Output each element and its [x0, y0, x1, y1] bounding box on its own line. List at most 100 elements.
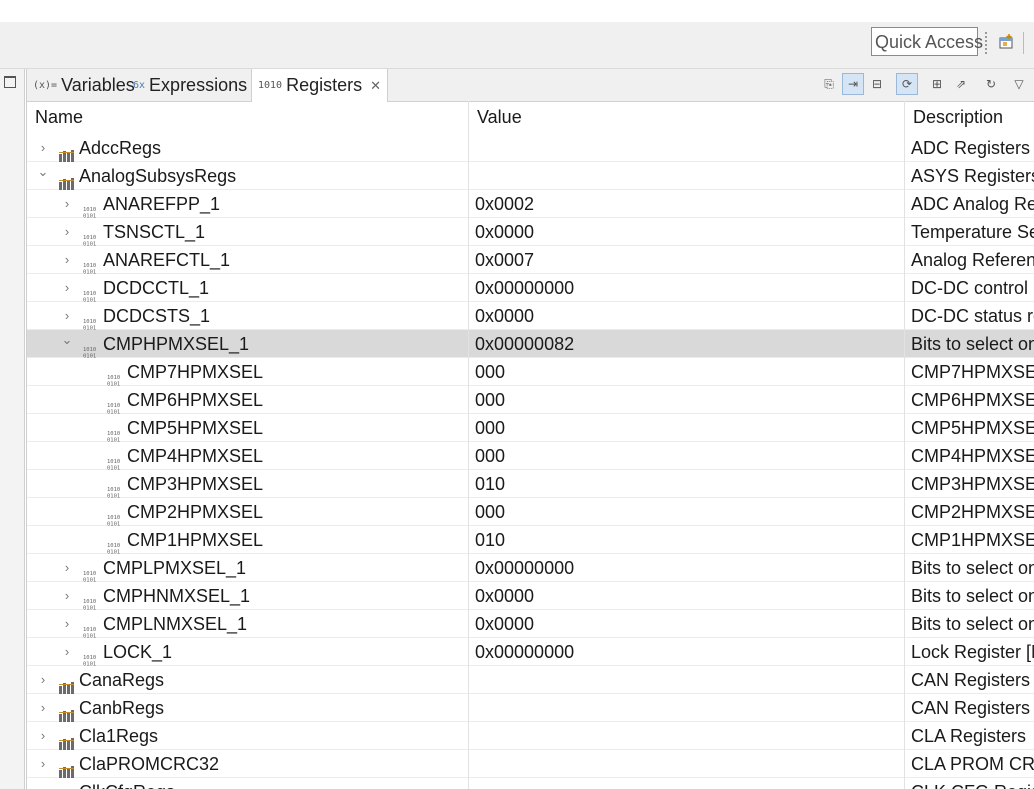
tree-row[interactable]: › CanbRegs CAN Registers: [27, 694, 1034, 722]
tree-row[interactable]: › ClkCfgRegs CLK CFG Regis: [27, 778, 1034, 789]
refresh-icon[interactable]: ↻: [980, 73, 1002, 95]
restore-icon[interactable]: [4, 76, 16, 88]
tree-row[interactable]: 1010 0101 CMP2HPMXSEL 000 CMP2HPMXSEL: [27, 498, 1034, 526]
tree-row[interactable]: 1010 0101 CMP1HPMXSEL 010 CMP1HPMXSEL: [27, 526, 1034, 554]
chevron-right-icon[interactable]: ›: [61, 190, 73, 218]
chevron-right-icon[interactable]: ›: [37, 722, 49, 750]
clear-icon[interactable]: ⎘: [818, 73, 840, 95]
tree-row[interactable]: › 1010 0101 ANAREFCTL_1 0x0007 Analog Referen…: [27, 246, 1034, 274]
chevron-right-icon[interactable]: ›: [61, 582, 73, 610]
column-header-value[interactable]: Value: [468, 101, 904, 134]
value-cell[interactable]: 0x0002: [468, 190, 904, 218]
show-type-names-icon[interactable]: ⇥: [842, 73, 864, 95]
close-icon[interactable]: ✕: [370, 78, 381, 94]
tree-row[interactable]: 1010 0101 CMP3HPMXSEL 010 CMP3HPMXSEL: [27, 470, 1034, 498]
view-tab-bar: (x)= Variables 6x Expressions 1010 Regis…: [27, 69, 1034, 102]
svg-text:1010: 1010: [83, 599, 96, 605]
tree-row[interactable]: 1010 0101 CMP6HPMXSEL 000 CMP6HPMXSEL: [27, 386, 1034, 414]
variables-icon: (x)=: [33, 79, 58, 91]
chevron-right-icon[interactable]: ›: [61, 302, 73, 330]
column-header-name[interactable]: Name: [27, 101, 468, 134]
chevron-right-icon[interactable]: ›: [37, 750, 49, 778]
value-cell[interactable]: 0x00000000: [468, 274, 904, 302]
chevron-right-icon[interactable]: ›: [61, 274, 73, 302]
chevron-right-icon[interactable]: ›: [61, 218, 73, 246]
register-name: CMP2HPMXSEL: [127, 502, 264, 522]
quick-access-input[interactable]: Quick Access: [871, 27, 983, 56]
tree-row[interactable]: › 1010 0101 DCDCSTS_1 0x0000 DC-DC status re: [27, 302, 1034, 330]
tab-registers[interactable]: 1010 Registers ✕: [251, 69, 389, 102]
register-name: CMP4HPMXSEL: [127, 446, 264, 466]
open-perspective-icon[interactable]: [998, 34, 1014, 50]
collapse-all-icon[interactable]: ⊟: [866, 73, 888, 95]
tab-expressions[interactable]: 6x Expressions: [133, 69, 247, 101]
chevron-right-icon[interactable]: ›: [61, 554, 73, 582]
description-cell: Bits to select on: [904, 330, 1034, 358]
tree-row[interactable]: 1010 0101 CMP5HPMXSEL 000 CMP5HPMXSEL: [27, 414, 1034, 442]
tree-row[interactable]: › ClaPROMCRC32 CLA PROM CRC: [27, 750, 1034, 778]
value-cell[interactable]: 000: [468, 358, 904, 386]
name-cell: › 1010 0101 CMPHNMXSEL_1: [27, 582, 468, 610]
value-cell[interactable]: 000: [468, 414, 904, 442]
tree-row[interactable]: › 1010 0101 CMPHNMXSEL_1 0x0000 Bits to selec…: [27, 582, 1034, 610]
tree-row[interactable]: › 1010 0101 LOCK_1 0x00000000 Lock Register […: [27, 638, 1034, 666]
chevron-right-icon[interactable]: ›: [37, 666, 49, 694]
value-cell[interactable]: 000: [468, 386, 904, 414]
register-icon: 1010 0101: [107, 506, 123, 526]
tree-row[interactable]: › 1010 0101 CMPLNMXSEL_1 0x0000 Bits to selec…: [27, 610, 1034, 638]
value-cell[interactable]: 0x0000: [468, 582, 904, 610]
value-cell[interactable]: 0x0000: [468, 302, 904, 330]
value-cell[interactable]: 0x0007: [468, 246, 904, 274]
tree-row[interactable]: 1010 0101 CMP4HPMXSEL 000 CMP4HPMXSEL: [27, 442, 1034, 470]
new-group-icon[interactable]: ⊞: [926, 73, 948, 95]
register-icon: 1010 0101: [83, 562, 99, 582]
tree-row[interactable]: › Cla1Regs CLA Registers: [27, 722, 1034, 750]
view-menu-icon[interactable]: ▽: [1008, 73, 1030, 95]
tree-row[interactable]: › 1010 0101 CMPLPMXSEL_1 0x00000000 Bits to s…: [27, 554, 1034, 582]
value-cell[interactable]: 000: [468, 442, 904, 470]
value-cell[interactable]: [468, 778, 904, 789]
tree-row[interactable]: › AdccRegs ADC Registers: [27, 134, 1034, 162]
value-cell[interactable]: 0x0000: [468, 610, 904, 638]
tree-row[interactable]: › 1010 0101 ANAREFPP_1 0x0002 ADC Analog Ref: [27, 190, 1034, 218]
register-icon: 1010 0101: [107, 450, 123, 470]
sync-icon[interactable]: ⟳: [896, 73, 918, 95]
name-cell: 1010 0101 CMP2HPMXSEL: [27, 498, 468, 526]
value-cell[interactable]: [468, 722, 904, 750]
tree-row[interactable]: › CanaRegs CAN Registers: [27, 666, 1034, 694]
chevron-down-icon[interactable]: ⌄: [61, 330, 73, 358]
tree-row[interactable]: 1010 0101 CMP7HPMXSEL 000 CMP7HPMXSEL: [27, 358, 1034, 386]
export-icon[interactable]: ⇗: [950, 73, 972, 95]
chevron-right-icon[interactable]: ›: [61, 638, 73, 666]
chevron-right-icon[interactable]: ›: [37, 778, 49, 789]
chevron-down-icon[interactable]: ⌄: [37, 162, 49, 190]
value-cell[interactable]: [468, 162, 904, 190]
value-cell[interactable]: 0x0000: [468, 218, 904, 246]
value-cell[interactable]: 000: [468, 498, 904, 526]
chevron-right-icon[interactable]: ›: [37, 134, 49, 162]
value-cell[interactable]: [468, 694, 904, 722]
tree-row[interactable]: ⌄ 1010 0101 CMPHPMXSEL_1 0x00000082 Bits to s…: [27, 330, 1034, 358]
chevron-right-icon[interactable]: ›: [61, 610, 73, 638]
value-cell[interactable]: 0x00000082: [468, 330, 904, 358]
column-header-description[interactable]: Description: [904, 101, 1034, 134]
tree-row[interactable]: ⌄ AnalogSubsysRegs ASYS Registers: [27, 162, 1034, 190]
value-cell[interactable]: [468, 750, 904, 778]
register-name: ANAREFPP_1: [103, 194, 221, 214]
value-cell[interactable]: 010: [468, 470, 904, 498]
value-cell[interactable]: 0x00000000: [468, 554, 904, 582]
value-cell[interactable]: 0x00000000: [468, 638, 904, 666]
chevron-right-icon[interactable]: ›: [37, 694, 49, 722]
tree-row[interactable]: › 1010 0101 TSNSCTL_1 0x0000 Temperature Ser: [27, 218, 1034, 246]
tree-row[interactable]: › 1010 0101 DCDCCTL_1 0x00000000 DC-DC contro…: [27, 274, 1034, 302]
description-cell: Analog Referenc: [904, 246, 1034, 274]
tab-variables[interactable]: (x)= Variables: [33, 69, 135, 101]
name-cell: › 1010 0101 CMPLNMXSEL_1: [27, 610, 468, 638]
register-icon: 1010 0101: [83, 310, 99, 330]
value-cell[interactable]: [468, 134, 904, 162]
chevron-right-icon[interactable]: ›: [61, 246, 73, 274]
register-group-icon: [59, 730, 75, 750]
name-cell: › ClaPROMCRC32: [27, 750, 468, 778]
value-cell[interactable]: [468, 666, 904, 694]
value-cell[interactable]: 010: [468, 526, 904, 554]
